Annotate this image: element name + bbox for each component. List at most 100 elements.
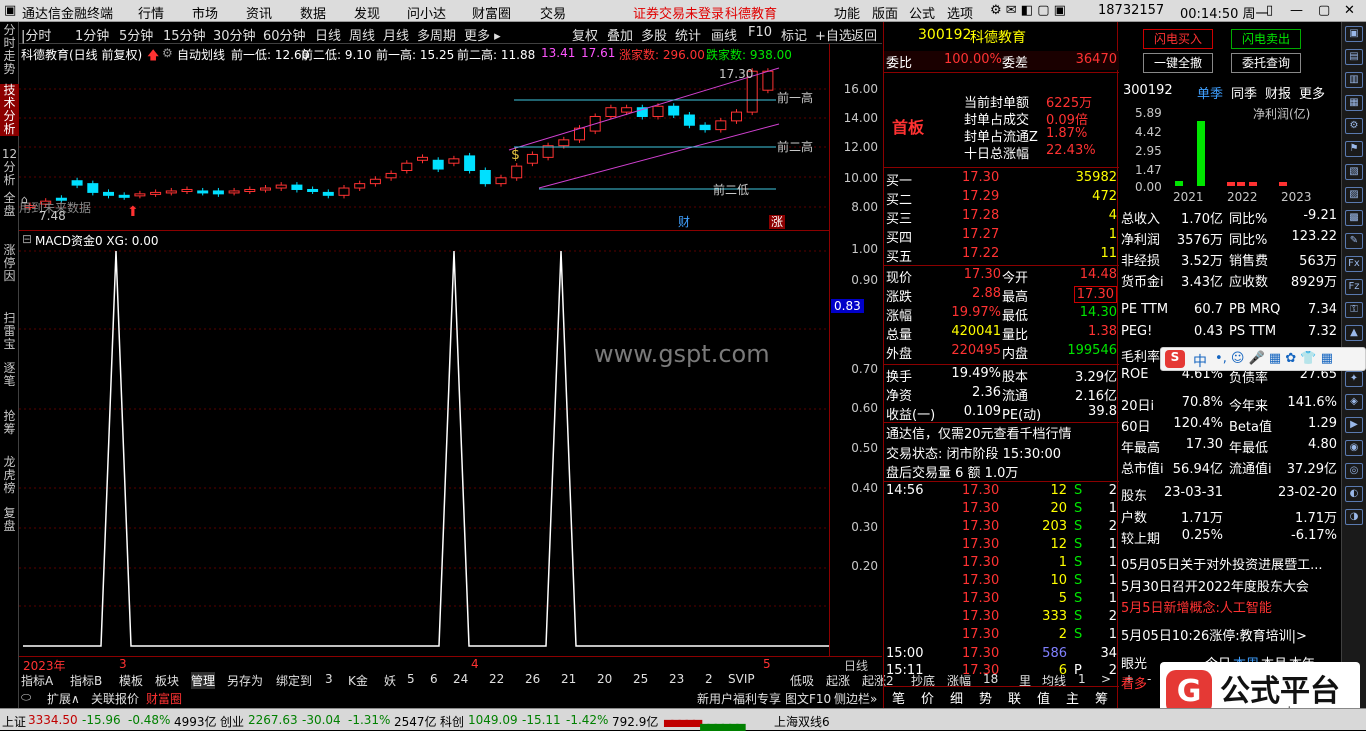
side-tool-icon-13[interactable]: ▲ [1345,325,1363,341]
tb-huaxian[interactable]: 画线 [711,25,737,44]
side-tool-icon-11[interactable]: Fz [1345,279,1363,295]
menu-gongneng[interactable]: 功能 [834,3,860,22]
side-tool-icon-2[interactable]: ▥ [1345,72,1363,88]
tb-5min[interactable]: 5分钟 [119,25,153,44]
shanghai-line[interactable]: 上海双线6 [774,713,830,730]
fin-tab-more[interactable]: 更多 [1299,83,1325,102]
sogou-logo-icon[interactable]: S [1165,350,1185,368]
quote-tab-4[interactable]: 联 [1008,688,1021,707]
menu-hangqing[interactable]: 行情 [138,3,164,22]
indicator-tab-16[interactable]: 20 [597,672,612,686]
indicator-tab-14[interactable]: 26 [525,672,540,686]
indicator-tab-13[interactable]: 22 [489,672,504,686]
quote-tab-2[interactable]: 细 [950,688,963,707]
tb-day[interactable]: 日线 [315,25,341,44]
indicator-tab-5[interactable]: 另存为 [227,672,263,689]
menu-wenxiaoda[interactable]: 问小达 [407,3,446,22]
order-query-button[interactable]: 委托查询 [1231,53,1301,73]
tb-zixuan[interactable]: +自选 [815,25,852,44]
cancel-all-button[interactable]: 一键全撤 [1143,53,1213,73]
bid-price-1[interactable]: 17.29 [962,189,999,204]
trade-notice[interactable]: 证券交易未登录 [633,3,724,22]
ime-mode[interactable]: 中 [1193,351,1207,371]
tb-30min[interactable]: 30分钟 [213,25,256,44]
tb-duogu[interactable]: 多股 [641,25,667,44]
side-tool-icon-5[interactable]: ⚑ [1345,141,1363,157]
indicator-tab-0[interactable]: 指标A [21,672,53,689]
news-item-3[interactable]: 5月05日10:26涨停:教育培训|> [1121,625,1307,644]
menu-zixun[interactable]: 资讯 [246,3,272,22]
tb-diejia[interactable]: 叠加 [607,25,633,44]
tb-1min[interactable]: 1分钟 [75,25,109,44]
indicator-tab-18[interactable]: 23 [669,672,684,686]
tb-month[interactable]: 月线 [383,25,409,44]
tb-fenshi[interactable]: |分时 [21,25,51,44]
maximize-icon[interactable]: ▢ [1318,3,1330,18]
indicator-tab-20[interactable]: SVIP [728,672,755,686]
side-tool-icon-12[interactable]: ⚿ [1345,302,1363,318]
side-tool-icon-3[interactable]: ▦ [1345,95,1363,111]
quote-tab-1[interactable]: 价 [921,688,934,707]
related-quote-button[interactable]: 关联报价 [91,690,139,707]
macd-expand-icon[interactable]: ⊟ [22,232,32,246]
menu-gongshi[interactable]: 公式 [909,3,935,22]
bid-price-4[interactable]: 17.22 [962,246,999,261]
indicator-tab-10[interactable]: 5 [407,672,415,686]
indicator-tab-7[interactable]: 3 [325,672,333,686]
bid-price-3[interactable]: 17.27 [962,227,999,242]
tab-quanpan[interactable]: 全盘 [0,192,19,220]
fin-tab-caibao[interactable]: 财报 [1265,83,1291,102]
side-tool-icon-6[interactable]: ▧ [1345,164,1363,180]
menu-faxian[interactable]: 发现 [354,3,380,22]
ime-toolbar[interactable]: S 中 •‚ ☺ 🎤 ▦ ✿ 👕 ▦ [1160,347,1366,371]
kc-label[interactable]: 科创 [440,713,464,730]
zhang-marker[interactable]: 涨 [771,214,783,229]
expand-button[interactable]: 扩展∧ [47,690,80,707]
indicator-tab-11[interactable]: 6 [430,672,438,686]
tab-zhangting[interactable]: 涨停因 [0,244,19,284]
eye-tab-0[interactable]: 眼光 [1121,653,1147,672]
tb-more[interactable]: 更多 ▸ [464,25,501,44]
side-tool-icon-9[interactable]: ✎ [1345,233,1363,249]
fin-tab-danji[interactable]: 单季 [1197,83,1223,102]
tab-fupan[interactable]: 复盘 [0,507,19,535]
sh-label[interactable]: 上证 [2,713,26,730]
news-item-2[interactable]: 5月5日新增概念:人工智能 [1121,597,1272,616]
tb-60min[interactable]: 60分钟 [263,25,306,44]
cy-label[interactable]: 创业 [220,713,244,730]
bid-price-2[interactable]: 17.28 [962,208,999,223]
side-tool-icon-10[interactable]: Fx [1345,256,1363,272]
quote-tab-0[interactable]: 笔 [892,688,905,707]
minimize-icon[interactable]: — [1290,3,1303,18]
indicator-tab-8[interactable]: K金 [348,672,368,689]
kline-chart[interactable]: 17.30 前一高 前二高 前二低 $ 用到未来数据 ⌂ 7.48 ⬆ 财 涨 [19,62,829,230]
indicator-tab-3[interactable]: 板块 [155,672,179,689]
indicator-tab-15[interactable]: 21 [561,672,576,686]
side-tool-icon-19[interactable]: ◎ [1345,463,1363,479]
side-tool-icon-4[interactable]: ⚙ [1345,118,1363,134]
indicator-tab-19[interactable]: 2 [705,672,713,686]
close-icon[interactable]: ✕ [1344,3,1355,18]
window-pin-icon[interactable]: ▯ [1266,3,1273,18]
side-tool-icon-21[interactable]: ◑ [1345,509,1363,525]
ad-banner[interactable]: 通达信，仅需20元查看千档行情 [886,423,1072,442]
menu-banmian[interactable]: 版面 [872,3,898,22]
quote-tab-6[interactable]: 主 [1066,688,1079,707]
indicator-tab-12[interactable]: 24 [453,672,468,686]
bid-price-0[interactable]: 17.30 [962,170,999,185]
side-tool-icon-16[interactable]: ◈ [1345,394,1363,410]
indicator-tab-1[interactable]: 指标B [70,672,102,689]
tab-saolei[interactable]: 扫雷宝 [0,312,19,352]
tb-fuquan[interactable]: 复权 [572,25,598,44]
side-tool-icon-1[interactable]: ▤ [1345,49,1363,65]
menu-jiaoyi[interactable]: 交易 [540,3,566,22]
indicator-tab-17[interactable]: 25 [633,672,648,686]
caifuquan-button[interactable]: 财富圈 [146,690,182,707]
news-item-0[interactable]: 05月05日关于对外投资进展暨工... [1121,554,1322,573]
menu-caifuquan[interactable]: 财富圈 [472,3,511,22]
tb-15min[interactable]: 15分钟 [163,25,206,44]
tab-zhubi[interactable]: 逐笔 [0,362,19,390]
tab-qiangchou[interactable]: 抢筹 [0,410,19,438]
flash-sell-button[interactable]: 闪电卖出 [1231,29,1301,49]
side-tool-icon-8[interactable]: ▩ [1345,210,1363,226]
